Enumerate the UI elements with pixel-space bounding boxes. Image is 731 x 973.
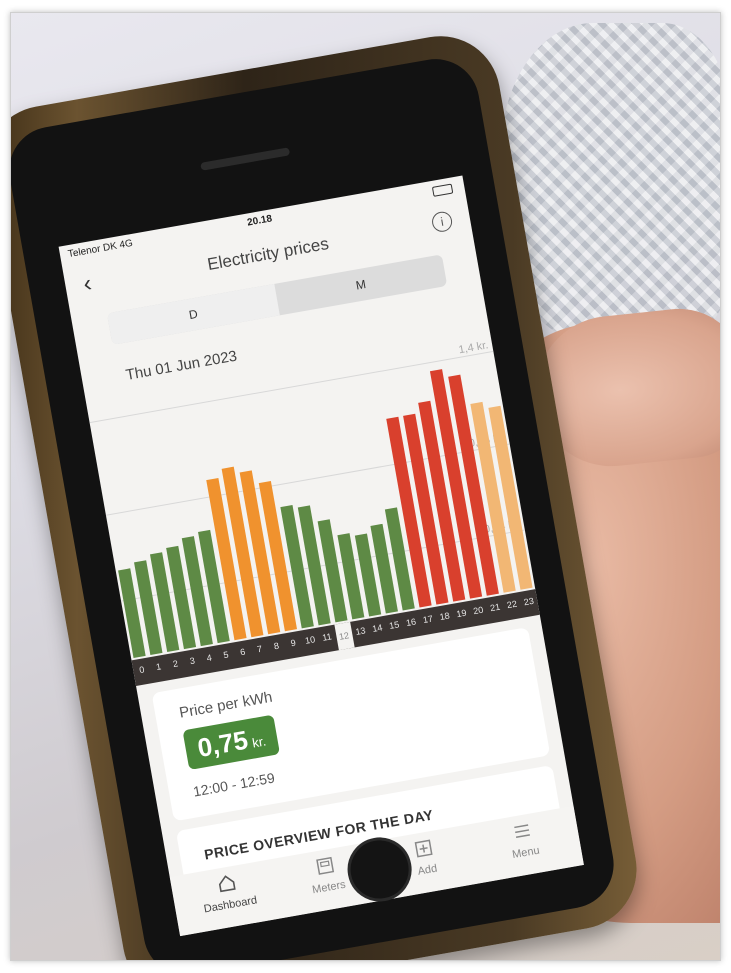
hour-tick-label: 18: [438, 610, 451, 623]
hour-tick-label: 5: [222, 649, 230, 661]
price-value: 0,75: [195, 724, 251, 763]
hour-tick-label: 1: [155, 661, 162, 673]
speaker-grille: [200, 147, 291, 171]
phone-screen: Telenor DK 4G 20.18 ‹ Electricity prices…: [58, 175, 584, 937]
hour-tick-label: 15: [388, 619, 400, 632]
selected-date: Thu 01 Jun 2023: [124, 347, 239, 384]
hour-tick-label: 2: [172, 658, 179, 670]
photo-frame: Telenor DK 4G 20.18 ‹ Electricity prices…: [10, 12, 721, 961]
tab-label-add: Add: [416, 862, 439, 878]
menu-icon: [514, 824, 530, 839]
hour-tick-label: 10: [304, 634, 316, 646]
tab-label-meters: Meters: [311, 878, 347, 897]
hour-tick-label: 8: [273, 640, 280, 652]
hour-tick-label: 3: [188, 655, 196, 667]
home-icon: [218, 875, 236, 893]
price-badge: 0,75 kr.: [182, 714, 281, 770]
hour-tick-label: 21: [489, 601, 501, 614]
tab-menu[interactable]: Menu: [476, 813, 572, 868]
hour-tick-label: 17: [422, 613, 434, 626]
hour-tick-label: 12: [333, 621, 355, 651]
hour-tick-label: 16: [405, 616, 417, 629]
hour-tick-label: 14: [371, 622, 384, 634]
hour-tick-label: 9: [289, 637, 297, 649]
hour-tick-label: 11: [321, 631, 333, 643]
status-time: 20.18: [246, 213, 273, 229]
plus-icon: [414, 839, 433, 858]
hour-tick-label: 0: [138, 664, 146, 676]
hour-tick-label: 19: [455, 607, 468, 620]
price-time-range: 12:00 - 12:59: [191, 769, 276, 800]
hour-tick-label: 20: [472, 604, 485, 617]
tab-label-menu: Menu: [511, 844, 541, 862]
hour-tick-label: 23: [523, 595, 535, 608]
price-unit: kr.: [251, 733, 268, 751]
tab-dashboard[interactable]: Dashboard: [181, 866, 277, 921]
hour-tick-label: 4: [205, 652, 213, 664]
tab-label-dashboard: Dashboard: [202, 894, 259, 916]
hour-tick-label: 13: [354, 625, 367, 637]
hour-tick-label: 7: [256, 643, 263, 655]
battery-icon: [431, 183, 454, 197]
hour-tick-label: 6: [239, 646, 247, 658]
meter-icon: [316, 856, 335, 875]
level-label: 1,4 kr.: [458, 339, 490, 356]
hour-tick-label: 22: [506, 598, 518, 611]
